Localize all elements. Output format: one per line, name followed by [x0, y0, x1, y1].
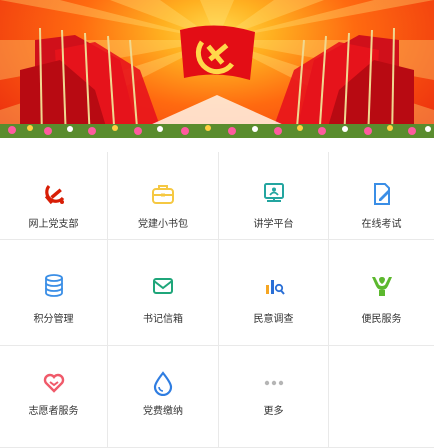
presentation-board-icon	[263, 183, 284, 202]
menu-item-label: 在线考试	[361, 219, 402, 230]
menu-item-label: 党费缴纳	[143, 406, 183, 417]
menu-item-points[interactable]: 积分管理	[0, 240, 108, 346]
menu-item-label: 党建小书包	[138, 219, 188, 230]
menu-item-party-bag[interactable]: 党建小书包	[108, 152, 219, 240]
menu-item-label: 更多	[263, 406, 284, 417]
menu-item-label: 志愿者服务	[28, 406, 79, 417]
party-emblem-icon	[44, 184, 64, 205]
menu-item-label: 网上党支部	[28, 219, 79, 230]
survey-chart-icon	[265, 280, 285, 295]
menu-item-label: 便民服务	[361, 314, 402, 325]
menu-item-lecture-platform[interactable]: 讲学平台	[219, 152, 329, 240]
helping-hands-icon	[371, 276, 392, 296]
menu-item-secretary-mailbox[interactable]: 书记信箱	[108, 240, 219, 346]
menu-item-label: 讲学平台	[253, 219, 294, 230]
heart-icon	[43, 373, 64, 393]
menu-item-label: 书记信箱	[143, 314, 183, 325]
water-drop-icon	[153, 371, 173, 396]
party-banner	[0, 0, 434, 152]
party-emblem-icon	[180, 25, 255, 81]
edit-document-icon	[373, 183, 390, 205]
menu-item-volunteer-service[interactable]: 志愿者服务	[0, 346, 108, 448]
empty-grid-cell	[329, 346, 434, 448]
menu-item-label: 民意调查	[253, 314, 294, 325]
briefcase-icon	[152, 185, 174, 204]
menu-item-convenience-service[interactable]: 便民服务	[329, 240, 434, 346]
menu-item-opinion-survey[interactable]: 民意调查	[219, 240, 329, 346]
menu-item-online-branch[interactable]: 网上党支部	[0, 152, 108, 240]
mail-icon	[153, 278, 173, 294]
banner-artwork	[0, 0, 434, 152]
menu-item-more[interactable]: 更多	[219, 346, 329, 448]
more-dots-icon	[264, 380, 283, 386]
coin-stack-icon	[44, 274, 63, 297]
service-menu-grid: 网上党支部 党建小书包 讲学平台 在线考试 积分管理 书记信箱 民意调查 便民服…	[0, 152, 434, 448]
menu-item-party-dues[interactable]: 党费缴纳	[108, 346, 219, 448]
menu-item-label: 积分管理	[33, 314, 74, 325]
menu-item-online-exam[interactable]: 在线考试	[329, 152, 434, 240]
